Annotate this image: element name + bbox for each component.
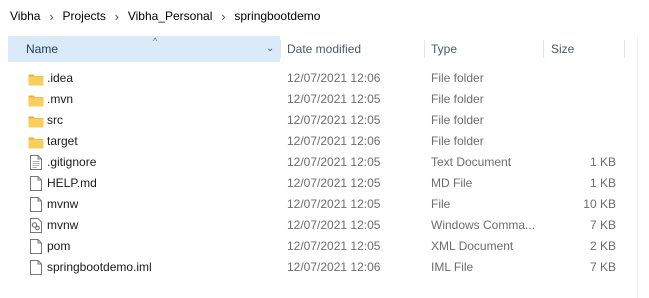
chevron-right-icon[interactable]: › [212, 9, 234, 24]
file-name: mvnw [47, 218, 79, 232]
chevron-down-icon[interactable]: ⌄ [266, 36, 274, 62]
file-date-modified: 12/07/2021 12:05 [287, 113, 381, 127]
file-row[interactable]: .mvn 12/07/2021 12:05 File folder [0, 89, 630, 110]
column-divider[interactable] [624, 40, 625, 58]
column-header-name-label: Name [26, 42, 59, 56]
file-row[interactable]: .gitignore 12/07/2021 12:05 Text Document 1… [0, 152, 630, 173]
file-name: target [47, 134, 78, 148]
file-row[interactable]: src 12/07/2021 12:05 File folder [0, 110, 630, 131]
file-size: 7 KB [589, 260, 616, 274]
chevron-right-icon[interactable]: › [40, 9, 62, 24]
file-name: .gitignore [47, 155, 97, 169]
folder-icon [28, 72, 44, 87]
file-name: mvnw [47, 197, 79, 211]
file-date-modified: 12/07/2021 12:05 [287, 197, 381, 211]
file-date-modified: 12/07/2021 12:06 [287, 260, 381, 274]
file-date-modified: 12/07/2021 12:05 [287, 92, 381, 106]
folder-icon [28, 93, 44, 108]
file-type: File [431, 197, 451, 211]
file-type: IML File [431, 260, 474, 274]
breadcrumb-item-springbootdemo[interactable]: springbootdemo [234, 9, 320, 23]
breadcrumb-item-vibha-personal[interactable]: Vibha_Personal [128, 9, 213, 23]
file-icon [30, 197, 42, 212]
file-type: XML Document [431, 239, 514, 253]
file-date-modified: 12/07/2021 12:06 [287, 71, 381, 85]
file-size: 1 KB [589, 155, 616, 169]
file-type: File folder [431, 134, 484, 148]
file-row[interactable]: springbootdemo.iml 12/07/2021 12:06 IML Fi… [0, 257, 630, 278]
file-icon [30, 176, 42, 191]
file-type: File folder [431, 92, 484, 106]
breadcrumb-item-projects[interactable]: Projects [62, 9, 105, 23]
file-row[interactable]: HELP.md 12/07/2021 12:05 MD File 1 KB [0, 173, 630, 194]
file-size: 1 KB [589, 176, 616, 190]
file-icon [30, 239, 42, 254]
file-name: src [47, 113, 63, 127]
file-name: .idea [47, 71, 74, 85]
file-date-modified: 12/07/2021 12:05 [287, 239, 381, 253]
breadcrumb: Vibha › Projects › Vibha_Personal › spri… [0, 0, 649, 32]
list-edge [637, 36, 638, 298]
file-icon [30, 260, 42, 275]
folder-icon [28, 114, 44, 129]
file-name: HELP.md [47, 176, 97, 190]
file-name: .mvn [47, 92, 74, 106]
file-size: 7 KB [589, 218, 616, 232]
column-header-size-label: Size [551, 42, 575, 56]
file-date-modified: 12/07/2021 12:05 [287, 176, 381, 190]
column-header-type-label: Type [431, 42, 458, 56]
file-type: File folder [431, 113, 484, 127]
breadcrumb-item-vibha[interactable]: Vibha [10, 9, 40, 23]
column-header-name[interactable]: ^ Name [8, 36, 280, 62]
file-date-modified: 12/07/2021 12:05 [287, 218, 381, 232]
file-date-modified: 12/07/2021 12:06 [287, 134, 381, 148]
column-divider[interactable] [543, 40, 544, 58]
file-row[interactable]: mvnw 12/07/2021 12:05 File 10 KB [0, 194, 630, 215]
file-size: 2 KB [589, 239, 616, 253]
windows-command-icon [30, 218, 42, 233]
column-header-type[interactable]: Type [425, 36, 543, 62]
file-name: pom [47, 239, 71, 253]
folder-icon [28, 135, 44, 150]
file-type: File folder [431, 71, 484, 85]
file-row[interactable]: pom 12/07/2021 12:05 XML Document 2 KB [0, 236, 630, 257]
file-row[interactable]: target 12/07/2021 12:06 File folder [0, 131, 630, 152]
text-document-icon [30, 155, 42, 170]
file-row[interactable]: .idea 12/07/2021 12:06 File folder [0, 68, 630, 89]
column-header-date-modified[interactable]: Date modified [281, 36, 424, 62]
file-type: Windows Comma... [431, 218, 536, 232]
file-size: 10 KB [583, 197, 616, 211]
file-type: MD File [431, 176, 473, 190]
column-header-size[interactable]: Size [545, 36, 625, 62]
file-date-modified: 12/07/2021 12:05 [287, 155, 381, 169]
column-header-date-label: Date modified [287, 42, 362, 56]
file-row[interactable]: mvnw 12/07/2021 12:05 Windows Comma... 7 KB [0, 215, 630, 236]
sort-ascending-icon: ^ [153, 36, 158, 46]
chevron-right-icon[interactable]: › [106, 9, 128, 24]
file-list: .idea 12/07/2021 12:06 File folder .mvn 12/0… [0, 68, 649, 278]
file-name: springbootdemo.iml [47, 260, 152, 274]
column-header-bar: ^ Name ⌄ Date modified Type Size [0, 36, 630, 62]
file-type: Text Document [431, 155, 512, 169]
